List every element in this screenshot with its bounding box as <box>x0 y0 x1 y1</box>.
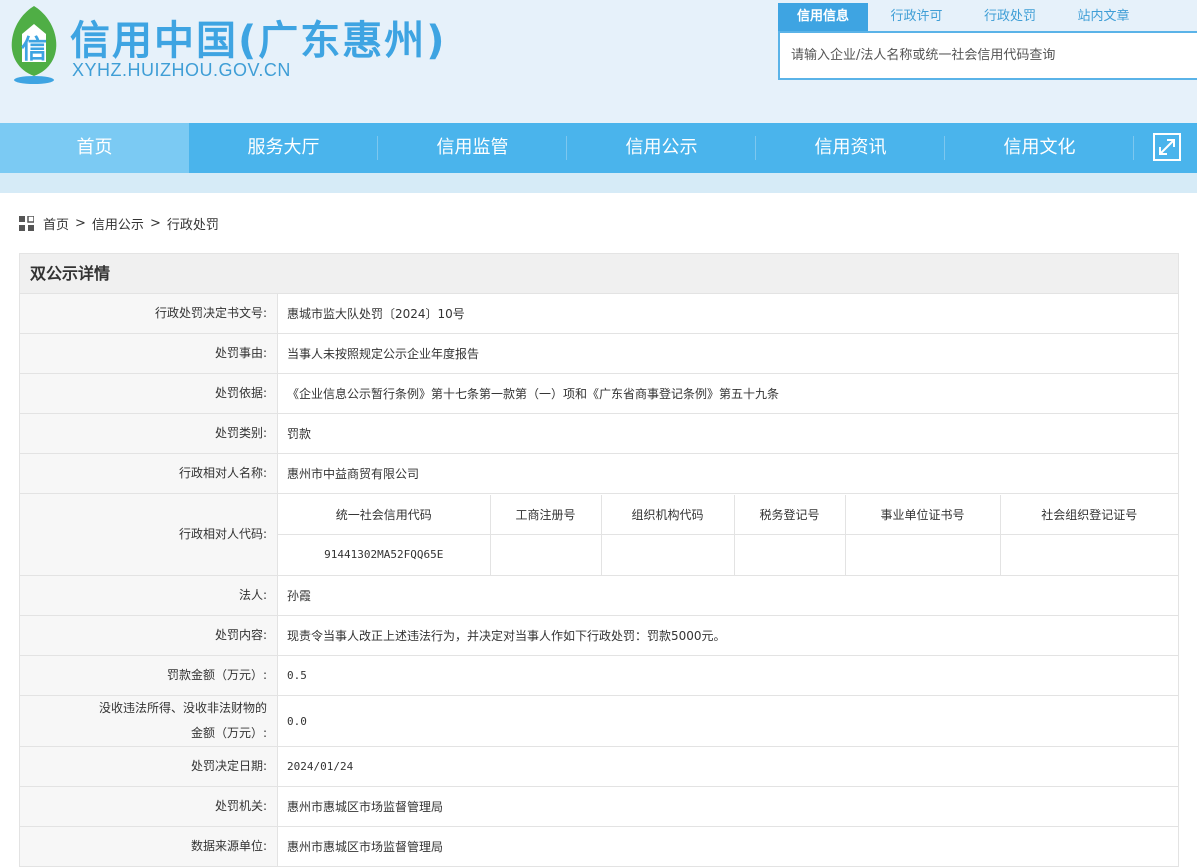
table-row: 行政处罚决定书文号: 惠城市监大队处罚〔2024〕10号 <box>19 293 1179 334</box>
nav-item-service-hall[interactable]: 服务大厅 <box>189 123 378 173</box>
table-row: 处罚决定日期: 2024/01/24 <box>19 746 1179 787</box>
table-row: 处罚依据: 《企业信息公示暂行条例》第十七条第一款第（一）项和《广东省商事登记条… <box>19 373 1179 414</box>
row-label: 处罚依据: <box>19 373 278 414</box>
row-label: 处罚决定日期: <box>19 746 278 787</box>
nav-item-home[interactable]: 首页 <box>0 123 189 173</box>
detail-table: 行政处罚决定书文号: 惠城市监大队处罚〔2024〕10号 处罚事由: 当事人未按… <box>19 293 1179 867</box>
nav-item-label: 信用监管 <box>436 137 509 158</box>
row-label: 罚款金额（万元）: <box>19 655 278 696</box>
breadcrumb-credit-publicity[interactable]: 信用公示 <box>92 214 144 233</box>
column-header: 组织机构代码 <box>600 494 735 535</box>
category-value: 罚款 <box>277 413 1179 454</box>
logo-icon[interactable]: 信 <box>4 4 64 86</box>
content-value: 现责令当事人改正上述违法行为，并决定对当事人作如下行政处罚：罚款5000元。 <box>277 615 1179 656</box>
search-box <box>778 31 1197 80</box>
confiscation-value: 0.0 <box>277 695 1179 747</box>
nav-item-credit-publicity[interactable]: 信用公示 <box>567 123 756 173</box>
search-tab-credit-info[interactable]: 信用信息 <box>778 3 868 31</box>
nav-item-label: 服务大厅 <box>247 137 320 158</box>
fine-amount-value: 0.5 <box>277 655 1179 696</box>
decision-number-value: 惠城市监大队处罚〔2024〕10号 <box>277 293 1179 334</box>
confiscation-label-line1: 没收违法所得、没收非法财物的 <box>98 701 267 715</box>
site-title[interactable]: 信用中国(广东惠州) <box>70 8 447 66</box>
nav-item-credit-news[interactable]: 信用资讯 <box>756 123 945 173</box>
search-tab-admin-penalty[interactable]: 行政处罚 <box>965 3 1055 31</box>
nav-item-label: 信用资讯 <box>814 137 887 158</box>
business-reg-no-value <box>489 534 602 575</box>
search-tab-site-articles[interactable]: 站内文章 <box>1055 3 1152 31</box>
table-row: 处罚类别: 罚款 <box>19 413 1179 454</box>
confiscation-label-line2: 金额（万元）: <box>190 726 267 740</box>
breadcrumb-separator: > <box>75 215 86 231</box>
nav-item-label: 首页 <box>76 137 113 158</box>
nav-item-credit-culture[interactable]: 信用文化 <box>945 123 1134 173</box>
decision-date-value: 2024/01/24 <box>277 746 1179 787</box>
site-url: XYHZ.HUIZHOU.GOV.CN <box>72 60 291 80</box>
party-name-value: 惠州市中益商贸有限公司 <box>277 453 1179 494</box>
breadcrumb-separator: > <box>149 215 161 231</box>
org-code-value <box>600 534 735 575</box>
site-header: 信 信用中国(广东惠州) XYHZ.HUIZHOU.GOV.CN 信用信息 行政… <box>0 0 1197 123</box>
table-row: 行政相对人名称: 惠州市中益商贸有限公司 <box>19 453 1179 494</box>
table-row: 数据来源单位: 惠州市惠城区市场监督管理局 <box>19 826 1179 867</box>
legal-person-value: 孙霞 <box>277 575 1179 616</box>
table-row: 罚款金额（万元）: 0.5 <box>19 655 1179 696</box>
column-header: 事业单位证书号 <box>844 494 1001 535</box>
row-label: 行政相对人代码: <box>19 493 278 576</box>
table-row: 行政相对人代码: 统一社会信用代码 工商注册号 组织机构代码 税务登记号 事业单… <box>19 493 1179 576</box>
institution-cert-value <box>844 534 1001 575</box>
nav-subbar <box>0 173 1197 193</box>
table-row: 处罚事由: 当事人未按照规定公示企业年度报告 <box>19 333 1179 374</box>
tax-reg-no-value <box>733 534 846 575</box>
table-row: 没收违法所得、没收非法财物的 金额（万元）: 0.0 <box>19 695 1179 747</box>
reason-value: 当事人未按照规定公示企业年度报告 <box>277 333 1179 374</box>
nav-item-label: 信用公示 <box>625 137 698 158</box>
party-code-value-row: 91441302MA52FQQ65E <box>278 534 1178 575</box>
row-label: 处罚机关: <box>19 786 278 827</box>
party-code-header-row: 统一社会信用代码 工商注册号 组织机构代码 税务登记号 事业单位证书号 社会组织… <box>278 494 1178 535</box>
breadcrumb-home[interactable]: 首页 <box>43 214 69 233</box>
breadcrumb: 首页 > 信用公示 > 行政处罚 <box>19 213 219 233</box>
row-label: 行政相对人名称: <box>19 453 278 494</box>
column-header: 税务登记号 <box>733 494 846 535</box>
main-nav: 首页 服务大厅 信用监管 信用公示 信用资讯 信用文化 <box>0 123 1197 173</box>
nav-item-credit-supervision[interactable]: 信用监管 <box>378 123 567 173</box>
row-label: 数据来源单位: <box>19 826 278 867</box>
grid-icon <box>19 215 34 231</box>
row-label: 行政处罚决定书文号: <box>19 293 278 334</box>
table-row: 处罚内容: 现责令当事人改正上述违法行为，并决定对当事人作如下行政处罚：罚款50… <box>19 615 1179 656</box>
row-label: 处罚内容: <box>19 615 278 656</box>
row-label: 处罚类别: <box>19 413 278 454</box>
social-org-cert-value <box>999 534 1178 575</box>
expand-icon[interactable] <box>1153 133 1181 161</box>
search-input[interactable] <box>780 33 1197 78</box>
search-tab-admin-license[interactable]: 行政许可 <box>868 3 965 31</box>
column-header: 工商注册号 <box>489 494 602 535</box>
data-source-value: 惠州市惠城区市场监督管理局 <box>277 826 1179 867</box>
panel-title: 双公示详情 <box>19 253 1179 293</box>
authority-value: 惠州市惠城区市场监督管理局 <box>277 786 1179 827</box>
logo-char: 信 <box>21 35 47 65</box>
unified-credit-code-value: 91441302MA52FQQ65E <box>278 534 491 575</box>
row-label: 没收违法所得、没收非法财物的 金额（万元）: <box>19 695 278 747</box>
basis-value: 《企业信息公示暂行条例》第十七条第一款第（一）项和《广东省商事登记条例》第五十九… <box>277 373 1179 414</box>
table-row: 处罚机关: 惠州市惠城区市场监督管理局 <box>19 786 1179 827</box>
table-row: 法人: 孙霞 <box>19 575 1179 616</box>
nav-item-label: 信用文化 <box>1003 137 1076 158</box>
row-label: 处罚事由: <box>19 333 278 374</box>
row-label: 法人: <box>19 575 278 616</box>
party-code-cell: 统一社会信用代码 工商注册号 组织机构代码 税务登记号 事业单位证书号 社会组织… <box>277 493 1179 576</box>
search-tabs: 信用信息 行政许可 行政处罚 站内文章 <box>778 3 1152 31</box>
column-header: 统一社会信用代码 <box>278 494 491 535</box>
breadcrumb-admin-penalty[interactable]: 行政处罚 <box>167 214 219 233</box>
detail-panel: 双公示详情 行政处罚决定书文号: 惠城市监大队处罚〔2024〕10号 处罚事由:… <box>19 253 1179 867</box>
column-header: 社会组织登记证号 <box>999 494 1178 535</box>
party-code-table: 统一社会信用代码 工商注册号 组织机构代码 税务登记号 事业单位证书号 社会组织… <box>278 494 1178 575</box>
